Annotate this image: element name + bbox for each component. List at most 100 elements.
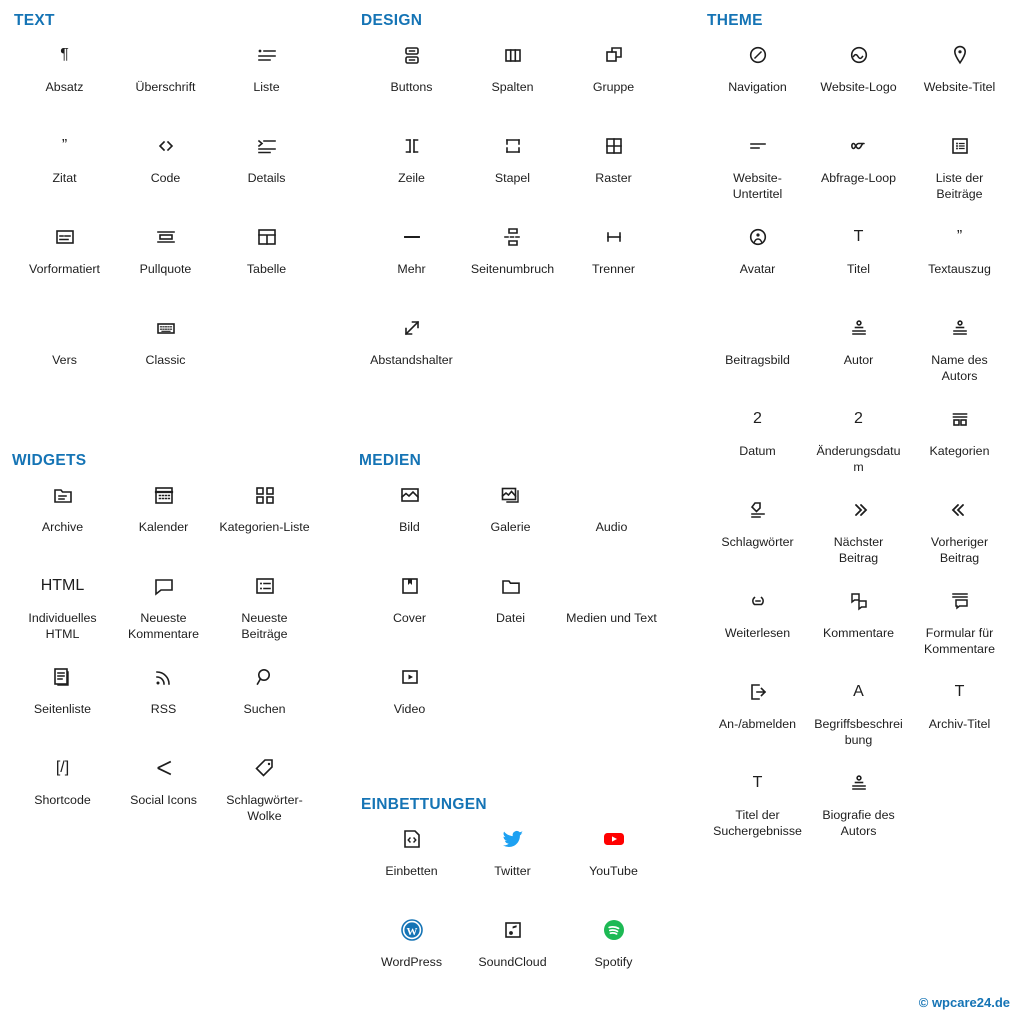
shortcode-bracket-slash-icon: [/] [55, 759, 70, 776]
page-list-stack-icon [51, 665, 75, 689]
block-item[interactable]: Stapel [462, 123, 563, 214]
block-item[interactable]: Vorformatiert [14, 214, 115, 305]
pullquote-bars-icon [154, 225, 178, 249]
block-item[interactable]: Spalten [462, 32, 563, 123]
block-item[interactable]: Abstandshalter [361, 305, 462, 396]
list-bullets-icon [255, 43, 279, 67]
block-item[interactable]: Tabelle [216, 214, 317, 305]
block-item[interactable]: Einbetten [361, 816, 462, 907]
block-item[interactable]: Kalender [113, 472, 214, 563]
block-item[interactable]: Galerie [460, 472, 561, 563]
block-item[interactable]: Abfrage-Loop [808, 123, 909, 214]
spacer-diagonal-arrow-icon [400, 316, 424, 340]
block-item[interactable]: T Archiv-Titel [909, 669, 1010, 760]
block-item[interactable]: Beitragsbild [707, 305, 808, 396]
tag-cloud-icon [253, 756, 277, 780]
panel-title-embeds: EINBETTUNGEN [361, 796, 487, 813]
block-item[interactable]: Website-Untertitel [707, 123, 808, 214]
spotify-icon [602, 918, 626, 942]
media-text-icon [600, 574, 624, 598]
block-item[interactable]: Überschrift [115, 32, 216, 123]
block-item[interactable]: Weiterlesen [707, 578, 808, 669]
block-item[interactable]: Zeile [361, 123, 462, 214]
block-item[interactable]: SoundCloud [462, 907, 563, 998]
block-item[interactable]: Classic [115, 305, 216, 396]
block-item[interactable]: Avatar [707, 214, 808, 305]
block-item[interactable]: Autor [808, 305, 909, 396]
block-item[interactable]: Name des Autors [909, 305, 1010, 396]
block-item-label: Website-Logo [820, 80, 897, 94]
block-item[interactable]: Kategorien-Liste [214, 472, 315, 563]
panel-title-design: DESIGN [361, 12, 423, 29]
author-icon [847, 316, 871, 340]
block-item[interactable]: Nächster Beitrag [808, 487, 909, 578]
block-item[interactable]: RSS [113, 654, 214, 745]
block-item-label: Begriffsbeschreibung [814, 717, 903, 747]
block-item[interactable]: Website-Logo [808, 32, 909, 123]
block-item[interactable]: Medien und Text [561, 563, 662, 654]
block-item[interactable]: 2 Datum [707, 396, 808, 487]
block-item[interactable]: 2 Änderungsdatum [808, 396, 909, 487]
block-item[interactable]: Video [359, 654, 460, 745]
block-grid-design: Buttons Spalten Gruppe Zeile Stapel Raster Meh… [361, 32, 664, 396]
block-item[interactable]: Datei [460, 563, 561, 654]
block-item[interactable]: Archive [12, 472, 113, 563]
block-item[interactable]: Kommentare [808, 578, 909, 669]
block-item[interactable]: Audio [561, 472, 662, 563]
footer-credit[interactable]: © wpcare24.de [919, 995, 1010, 1010]
block-item[interactable]: T Titel [808, 214, 909, 305]
block-item[interactable]: Cover [359, 563, 460, 654]
block-item[interactable]: Vers [14, 305, 115, 396]
featured-image-icon [746, 316, 770, 340]
block-item[interactable]: Schlagwörter [707, 487, 808, 578]
block-item[interactable]: ¶ Absatz [14, 32, 115, 123]
block-item-label: Avatar [739, 262, 776, 276]
block-item[interactable]: Gruppe [563, 32, 664, 123]
block-item[interactable]: Navigation [707, 32, 808, 123]
block-item[interactable]: A Begriffsbeschreibung [808, 669, 909, 760]
block-item[interactable]: YouTube [563, 816, 664, 907]
block-item[interactable]: Liste [216, 32, 317, 123]
block-item[interactable]: T Titel der Suchergebnisse [707, 760, 808, 851]
block-item[interactable]: Social Icons [113, 745, 214, 836]
block-item[interactable]: Neueste Kommentare [113, 563, 214, 654]
post-title-icon: T [853, 228, 864, 245]
block-item[interactable]: Spotify [563, 907, 664, 998]
block-item[interactable]: Schlagwörter-Wolke [214, 745, 315, 836]
block-item[interactable]: Code [115, 123, 216, 214]
block-item[interactable]: Mehr [361, 214, 462, 305]
block-item[interactable]: Website-Titel [909, 32, 1010, 123]
block-item[interactable]: Pullquote [115, 214, 216, 305]
block-item[interactable]: Trenner [563, 214, 664, 305]
block-item[interactable]: Twitter [462, 816, 563, 907]
quote-marks-icon: ” [61, 137, 68, 154]
video-play-icon [398, 665, 422, 689]
block-item[interactable]: Liste der Beiträge [909, 123, 1010, 214]
block-item[interactable]: ” Zitat [14, 123, 115, 214]
block-grid-embeds: Einbetten Twitter YouTube W WordPress SoundCl… [361, 816, 664, 998]
block-item[interactable]: Vorheriger Beitrag [909, 487, 1010, 578]
block-item[interactable]: [/] Shortcode [12, 745, 113, 836]
details-lines-icon [255, 134, 279, 158]
block-item[interactable]: Details [216, 123, 317, 214]
block-item[interactable]: Buttons [361, 32, 462, 123]
block-item[interactable]: Seitenumbruch [462, 214, 563, 305]
block-item[interactable]: ” Textauszug [909, 214, 1010, 305]
block-item[interactable]: Bild [359, 472, 460, 563]
block-item[interactable]: Raster [563, 123, 664, 214]
block-item[interactable]: An-/abmelden [707, 669, 808, 760]
block-item-label: Biografie des Autors [822, 808, 895, 838]
block-item[interactable]: Suchen [214, 654, 315, 745]
block-item[interactable]: Biografie des Autors [808, 760, 909, 851]
block-item-label: Zeile [398, 171, 425, 185]
block-item-label: Archiv-Titel [928, 717, 991, 731]
term-description-icon: A [853, 683, 864, 700]
block-item[interactable]: W WordPress [361, 907, 462, 998]
block-item[interactable]: Neueste Beiträge [214, 563, 315, 654]
block-item[interactable]: HTML Individuelles HTML [12, 563, 113, 654]
block-item[interactable]: Kategorien [909, 396, 1010, 487]
block-item[interactable]: Formular für Kommentare [909, 578, 1010, 669]
heading-bookmark-icon [154, 43, 178, 67]
verse-quill-icon [53, 316, 77, 340]
block-item[interactable]: Seitenliste [12, 654, 113, 745]
